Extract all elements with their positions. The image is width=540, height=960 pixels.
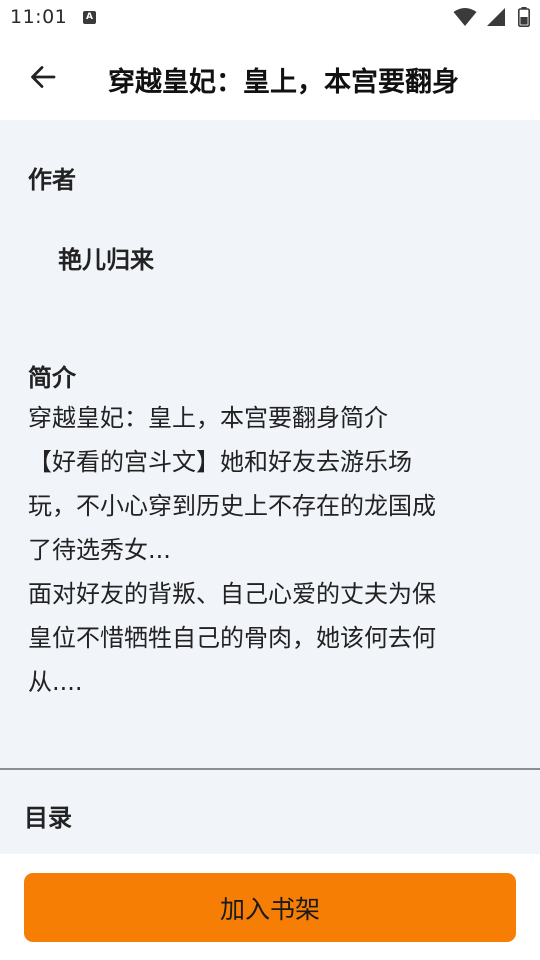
intro-line: 从.... <box>28 668 83 696</box>
add-to-shelf-button[interactable]: 加入书架 <box>24 873 516 942</box>
intro-line: 【好看的宫斗文】她和好友去游乐场 <box>28 448 412 476</box>
wifi-icon <box>453 8 477 26</box>
book-detail-content: 作者 艳儿归来 简介 穿越皇妃：皇上，本宫要翻身简介 【好看的宫斗文】她和好友去… <box>0 120 540 854</box>
intro-line: 了待选秀女... <box>28 536 171 564</box>
signal-icon <box>486 8 505 26</box>
status-time: 11:01 <box>10 6 68 28</box>
intro-line: 皇位不惜牺牲自己的骨肉，她该何去何 <box>28 624 436 652</box>
intro-text: 穿越皇妃：皇上，本宫要翻身简介 【好看的宫斗文】她和好友去游乐场 玩，不小心穿到… <box>28 396 508 704</box>
arrow-left-icon <box>31 66 56 88</box>
author-heading: 作者 <box>28 166 76 194</box>
back-button[interactable] <box>22 56 64 98</box>
status-icons <box>453 7 530 29</box>
intro-line: 玩，不小心穿到历史上不存在的龙国成 <box>28 492 436 520</box>
bottom-action-bar: 加入书架 <box>0 854 540 960</box>
notification-a-icon: A <box>83 11 96 24</box>
status-bar: 11:01 A <box>0 0 540 36</box>
toc-heading[interactable]: 目录 <box>24 798 72 833</box>
app-bar: 穿越皇妃：皇上，本宫要翻身 <box>0 36 540 120</box>
intro-heading: 简介 <box>28 364 76 392</box>
battery-icon <box>518 7 530 27</box>
divider <box>0 768 540 770</box>
intro-line: 穿越皇妃：皇上，本宫要翻身简介 <box>28 404 388 432</box>
page-title: 穿越皇妃：皇上，本宫要翻身 <box>108 67 459 98</box>
intro-line: 面对好友的背叛、自己心爱的丈夫为保 <box>28 580 436 608</box>
author-name[interactable]: 艳儿归来 <box>58 240 154 275</box>
